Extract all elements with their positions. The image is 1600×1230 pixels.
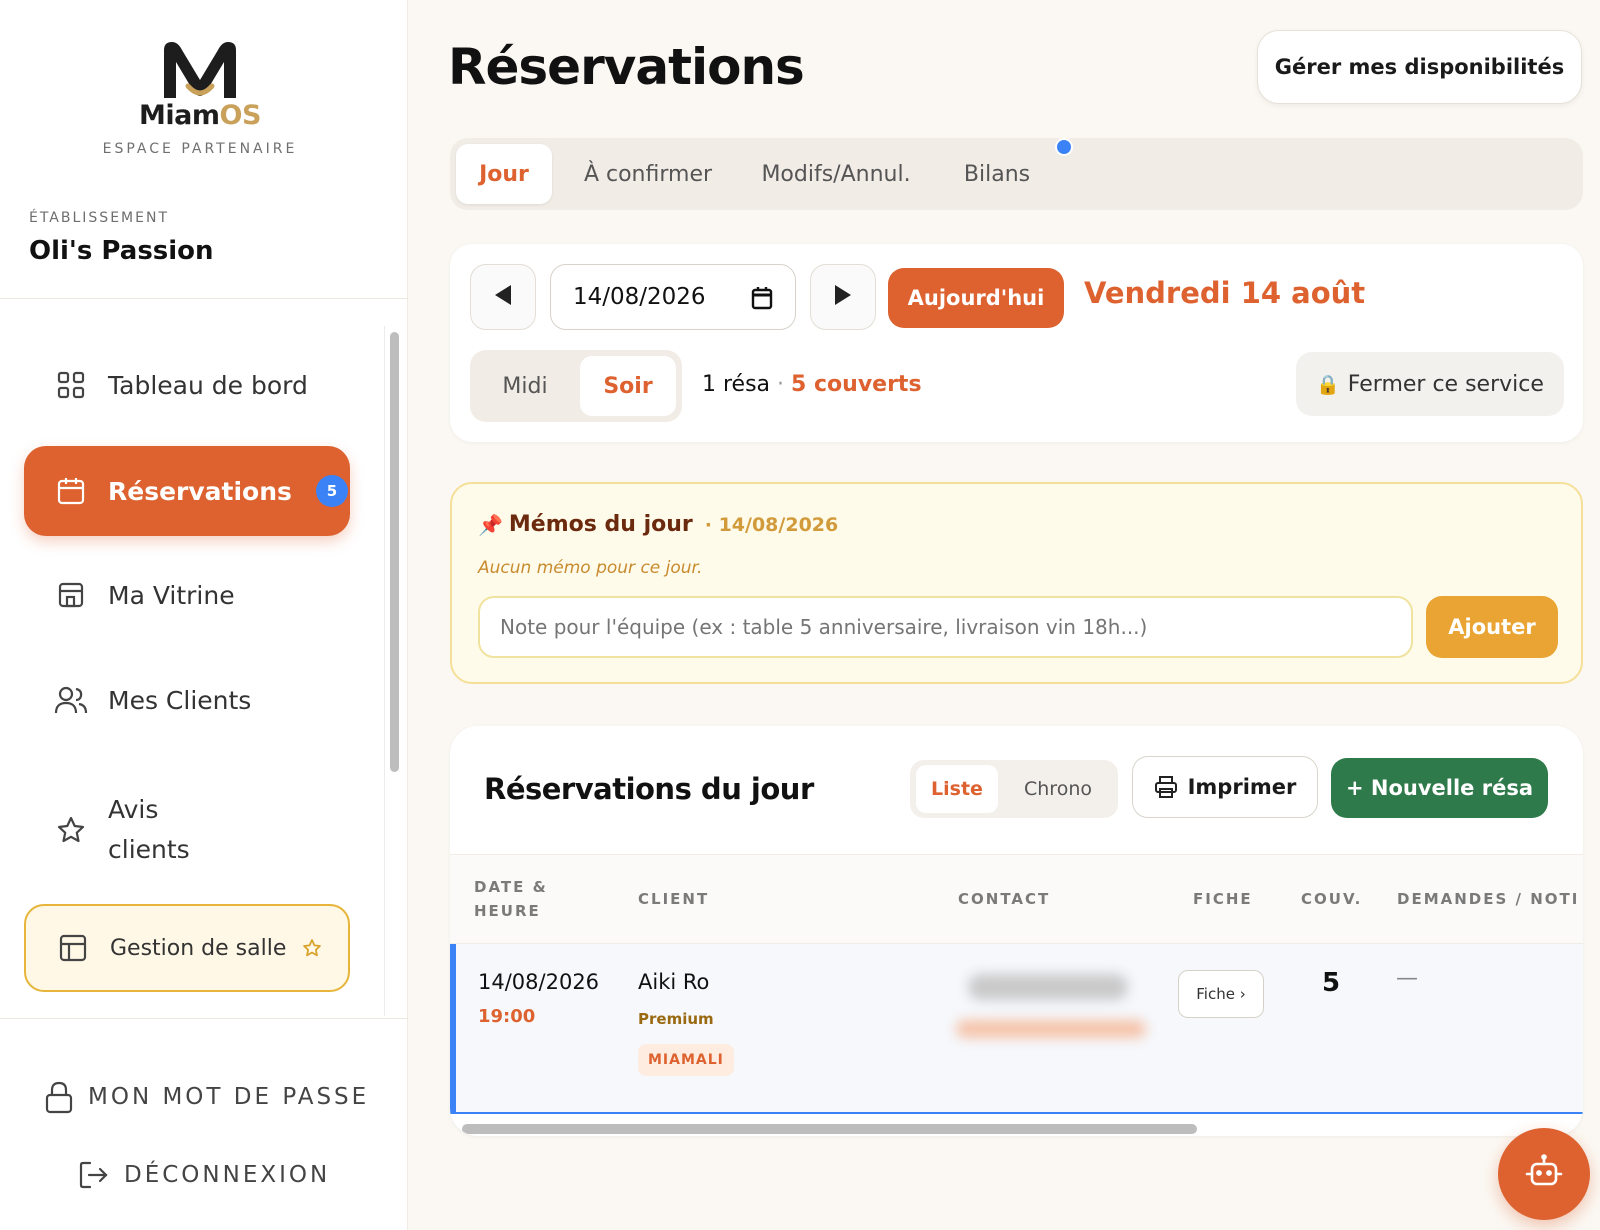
sidebar-item-label: Gestion de salle xyxy=(110,935,287,961)
selected-day-label: Vendredi 14 août xyxy=(1084,276,1366,310)
table-row[interactable]: 14/08/2026 19:00 Aiki Ro Premium MIAMALI… xyxy=(450,944,1583,1114)
establishment-name: Oli's Passion xyxy=(29,236,214,266)
sidebar-item-label: Tableau de bord xyxy=(108,370,308,400)
reservations-list-title: Réservations du jour xyxy=(484,772,814,806)
close-service-button[interactable]: 🔒 Fermer ce service xyxy=(1296,352,1564,416)
column-header-covers[interactable]: COUV. xyxy=(1301,887,1362,911)
triangle-left-icon xyxy=(493,283,513,311)
tab-changes-cancellations[interactable]: Modifs/Annul. xyxy=(746,144,926,204)
day-selector-card: 14/08/2026 Aujourd'hui Vendredi 14 août … xyxy=(450,244,1583,442)
reservation-time: 19:00 xyxy=(478,1006,536,1027)
add-memo-button[interactable]: Ajouter xyxy=(1426,596,1558,658)
sidebar-item-label: Réservations xyxy=(108,476,292,506)
service-dinner[interactable]: Soir xyxy=(580,356,676,416)
contact-email-redacted xyxy=(956,1020,1146,1038)
sidebar-item-clients[interactable]: Mes Clients xyxy=(24,665,350,735)
requests-value: — xyxy=(1396,966,1418,991)
sidebar-scroll-track xyxy=(384,326,385,1016)
lock-icon xyxy=(44,1080,74,1114)
calendar-icon[interactable] xyxy=(751,286,773,316)
layout-icon xyxy=(56,931,90,965)
reservation-tabs: Jour À confirmer Modifs/Annul. Bilans xyxy=(450,138,1583,210)
table-horizontal-scrollbar[interactable] xyxy=(462,1124,1197,1134)
pushpin-icon: 📌 xyxy=(478,512,503,537)
sidebar: MiamOS ESPACE PARTENAIRE ÉTABLISSEMENT O… xyxy=(0,0,408,1230)
sidebar-item-label: Ma Vitrine xyxy=(108,580,235,610)
grid-icon xyxy=(54,368,88,402)
change-password-link[interactable]: MON MOT DE PASSE xyxy=(44,1080,369,1114)
reservation-date: 14/08/2026 xyxy=(478,970,600,994)
reservations-list-card: Réservations du jour Liste Chrono Imprim… xyxy=(450,726,1583,1136)
daily-memo-card: 📌 Mémos du jour · 14/08/2026 Aucun mémo … xyxy=(450,482,1583,684)
robot-icon xyxy=(1524,1154,1564,1194)
users-icon xyxy=(54,683,88,717)
logout-icon xyxy=(78,1160,110,1190)
service-selector: Midi Soir xyxy=(470,350,682,422)
assistant-bot-button[interactable] xyxy=(1498,1128,1590,1220)
tab-day[interactable]: Jour xyxy=(456,144,552,204)
reservation-summary: 1 résa · 5 couverts xyxy=(702,372,922,397)
previous-day-button[interactable] xyxy=(470,264,536,330)
print-button[interactable]: Imprimer xyxy=(1132,756,1318,818)
star-icon xyxy=(302,938,322,958)
column-header-client[interactable]: CLIENT xyxy=(638,887,709,911)
establishment-label: ÉTABLISSEMENT xyxy=(29,210,169,226)
date-input[interactable]: 14/08/2026 xyxy=(550,264,796,330)
logout-link[interactable]: DÉCONNEXION xyxy=(78,1160,330,1190)
tab-to-confirm[interactable]: À confirmer xyxy=(568,144,728,204)
sidebar-item-label: Avis clients xyxy=(108,795,190,864)
memo-empty-text: Aucun mémo pour ce jour. xyxy=(478,558,703,578)
today-button[interactable]: Aujourd'hui xyxy=(888,268,1064,328)
column-header-date[interactable]: DATE & HEURE xyxy=(474,875,548,923)
sidebar-item-dashboard[interactable]: Tableau de bord xyxy=(24,350,350,420)
view-toggle: Liste Chrono xyxy=(910,760,1118,818)
sidebar-item-vitrine[interactable]: Ma Vitrine xyxy=(24,560,350,630)
page-title: Réservations xyxy=(448,38,805,96)
storefront-icon xyxy=(54,578,88,612)
lock-icon: 🔒 xyxy=(1316,373,1340,396)
sidebar-item-room-management[interactable]: Gestion de salle xyxy=(24,904,350,992)
miamos-logo-icon xyxy=(164,42,236,98)
contact-phone-redacted xyxy=(968,974,1128,1000)
column-header-requests[interactable]: DEMANDES / NOTI xyxy=(1397,887,1579,911)
memo-input[interactable] xyxy=(478,596,1413,658)
sidebar-divider xyxy=(0,1018,408,1019)
view-chrono[interactable]: Chrono xyxy=(1004,765,1112,813)
client-name[interactable]: Aiki Ro xyxy=(638,970,709,994)
client-card-button[interactable]: Fiche › xyxy=(1178,970,1264,1018)
new-reservation-button[interactable]: + Nouvelle résa xyxy=(1331,758,1548,818)
column-header-fiche[interactable]: FICHE xyxy=(1193,887,1253,911)
service-lunch[interactable]: Midi xyxy=(476,356,574,416)
memo-title: 📌 Mémos du jour · 14/08/2026 xyxy=(478,512,839,537)
brand-subtitle: ESPACE PARTENAIRE xyxy=(102,141,298,157)
calendar-icon xyxy=(54,474,88,508)
sidebar-scrollbar[interactable] xyxy=(390,332,399,772)
printer-icon xyxy=(1154,775,1178,799)
brand-name: MiamOS xyxy=(139,100,261,131)
sidebar-divider xyxy=(0,298,408,299)
sidebar-item-label: Mes Clients xyxy=(108,685,252,715)
tab-reports[interactable]: Bilans xyxy=(942,144,1052,204)
next-day-button[interactable] xyxy=(810,264,876,330)
sidebar-item-reservations[interactable]: Réservations 5 xyxy=(24,446,350,536)
table-header: DATE & HEURE CLIENT CONTACT FICHE COUV. D… xyxy=(450,854,1583,944)
manage-availability-button[interactable]: Gérer mes disponibilités xyxy=(1257,30,1582,104)
view-list[interactable]: Liste xyxy=(916,765,998,813)
star-icon xyxy=(54,813,88,847)
client-tier: Premium xyxy=(638,1010,714,1028)
triangle-right-icon xyxy=(833,283,853,311)
reservations-count-badge: 5 xyxy=(315,475,348,507)
client-tag-badge: MIAMALI xyxy=(638,1044,734,1076)
brand-logo[interactable]: MiamOS ESPACE PARTENAIRE xyxy=(0,40,400,157)
column-header-contact[interactable]: CONTACT xyxy=(958,887,1050,911)
covers-count: 5 xyxy=(1322,968,1341,998)
notification-dot xyxy=(1055,138,1073,156)
establishment-block: ÉTABLISSEMENT Oli's Passion xyxy=(29,210,214,266)
sidebar-item-reviews[interactable]: Avis clients xyxy=(24,785,350,875)
